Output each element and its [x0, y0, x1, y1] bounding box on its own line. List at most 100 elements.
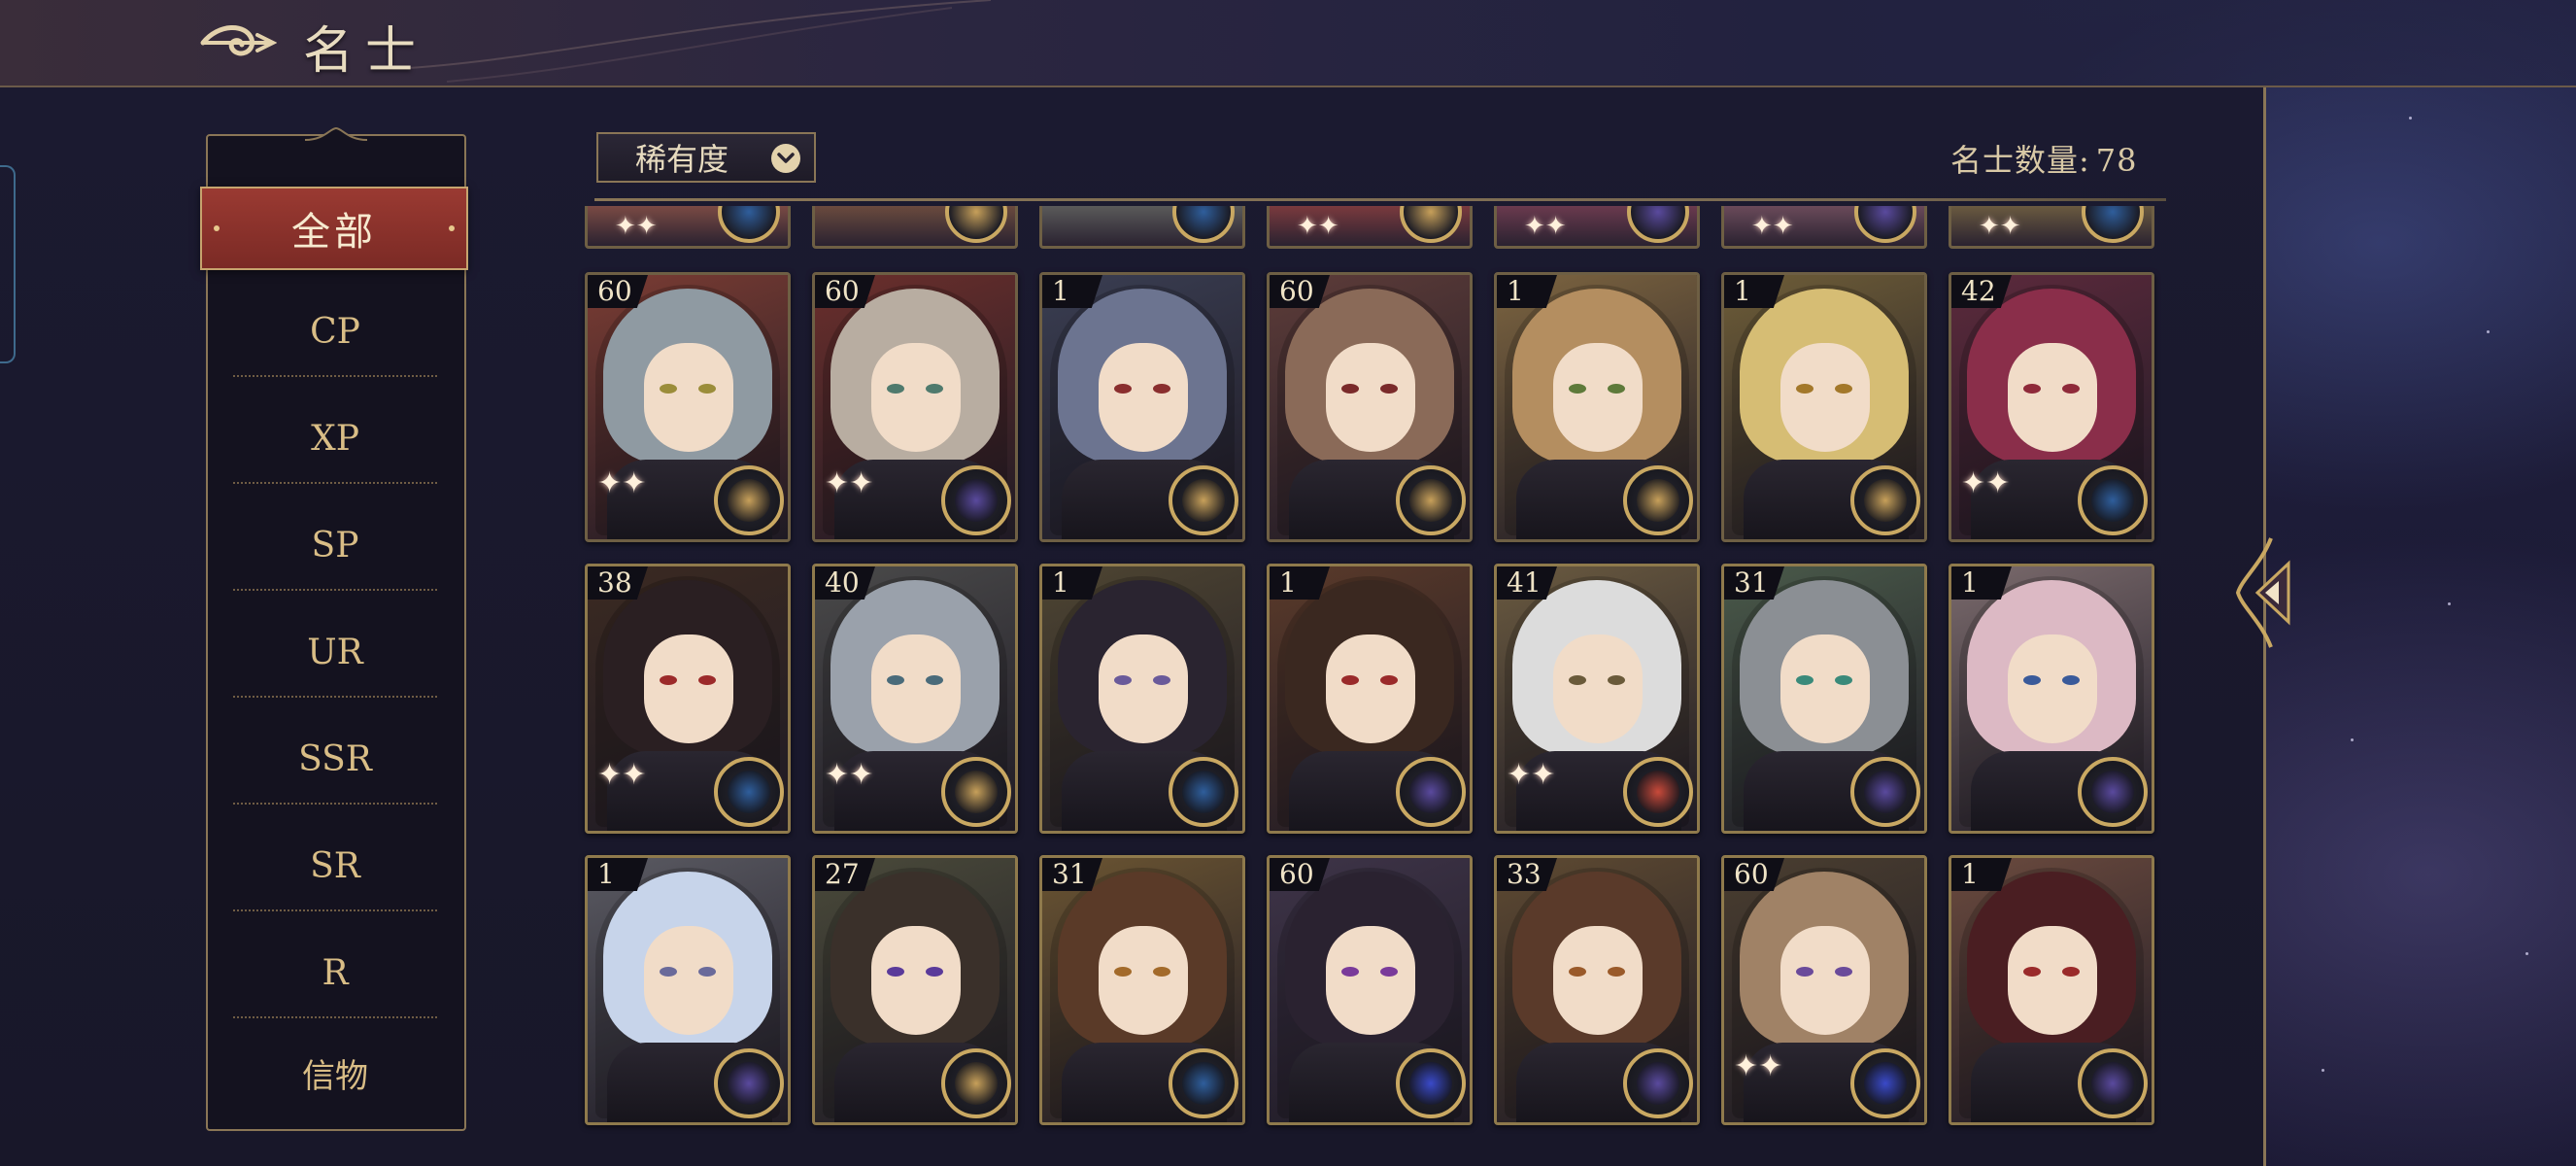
emblem-core: [1637, 1062, 1679, 1105]
character-card[interactable]: 31: [1721, 564, 1927, 834]
toolbar-divider: [594, 198, 2166, 201]
character-card[interactable]: 33: [1494, 855, 1700, 1125]
character-card-partial[interactable]: ✦✦: [1494, 206, 1700, 249]
emblem-core: [1864, 1062, 1907, 1105]
rarity-filter-dropdown[interactable]: 稀有度: [596, 132, 816, 183]
portrait-eye: [698, 675, 716, 685]
portrait-face: [2008, 634, 2097, 743]
portrait-eye: [2062, 967, 2080, 977]
portrait-eye: [660, 967, 677, 977]
portrait-eye: [2062, 675, 2080, 685]
character-card[interactable]: ✦✦ 40: [812, 564, 1018, 834]
category-tab-sp[interactable]: SP: [233, 501, 437, 591]
character-card[interactable]: 60: [1267, 855, 1473, 1125]
collapse-arrow-button[interactable]: [2232, 534, 2298, 651]
element-emblem-icon: [1169, 465, 1238, 535]
character-card[interactable]: ✦✦ 42: [1949, 272, 2154, 542]
category-tab-ssr[interactable]: SSR: [233, 715, 437, 805]
character-card-partial[interactable]: ✦✦: [1267, 206, 1473, 249]
star: [2525, 952, 2528, 955]
roster-count-label: 名士数量:: [1950, 142, 2090, 179]
portrait-face: [2008, 926, 2097, 1035]
portrait-eye: [1114, 675, 1132, 685]
character-card[interactable]: 31: [1039, 855, 1245, 1125]
category-tab-sr[interactable]: SR: [233, 822, 437, 911]
portrait-eye: [1796, 384, 1813, 394]
character-card[interactable]: 1: [585, 855, 791, 1125]
portrait-eye: [887, 967, 904, 977]
category-tab-ur[interactable]: UR: [233, 608, 437, 698]
character-card-partial[interactable]: [812, 206, 1018, 249]
portrait-face: [871, 634, 961, 743]
category-tab-r[interactable]: R: [233, 929, 437, 1018]
character-card[interactable]: 27: [812, 855, 1018, 1125]
portrait-face: [1326, 926, 1415, 1035]
category-tab-cp[interactable]: CP: [233, 288, 437, 377]
character-card[interactable]: ✦✦ 60: [1721, 855, 1927, 1125]
character-card[interactable]: ✦✦ 60: [812, 272, 1018, 542]
character-card-partial[interactable]: ✦✦: [1949, 206, 2154, 249]
portrait-eye: [1341, 967, 1359, 977]
portrait-face: [644, 926, 733, 1035]
sparkle-icon: ✦✦: [597, 758, 647, 792]
emblem-core: [1637, 771, 1679, 813]
character-card[interactable]: ✦✦ 38: [585, 564, 791, 834]
element-emblem-icon: [2078, 1048, 2148, 1118]
portrait-face: [1326, 343, 1415, 452]
emblem-core: [1864, 479, 1907, 522]
element-emblem-icon: [1169, 1048, 1238, 1118]
portrait-face: [2008, 343, 2097, 452]
star: [2351, 738, 2354, 741]
character-card[interactable]: ✦✦ 60: [585, 272, 791, 542]
emblem-core: [955, 479, 998, 522]
portrait-eye: [1153, 675, 1170, 685]
emblem-core: [1182, 1062, 1225, 1105]
character-card[interactable]: 1: [1039, 272, 1245, 542]
portrait-eye: [1114, 384, 1132, 394]
portrait-eye: [1569, 675, 1586, 685]
character-card[interactable]: 60: [1267, 272, 1473, 542]
character-card[interactable]: ✦✦ 41: [1494, 564, 1700, 834]
portrait-eye: [1341, 675, 1359, 685]
character-card-partial[interactable]: ✦✦: [585, 206, 791, 249]
portrait-face: [1326, 634, 1415, 743]
element-emblem-icon: [714, 757, 784, 827]
portrait-eye: [1608, 967, 1625, 977]
character-card-partial[interactable]: [1039, 206, 1245, 249]
character-card[interactable]: 1: [1949, 564, 2154, 834]
category-tab-xp[interactable]: XP: [233, 394, 437, 484]
emblem-core: [1182, 479, 1225, 522]
portrait-eye: [1608, 675, 1625, 685]
cloud-scroll-icon: [200, 25, 277, 56]
element-emblem-icon: [714, 1048, 784, 1118]
character-card-partial[interactable]: ✦✦: [1721, 206, 1927, 249]
header-bar: 名士: [0, 0, 2576, 87]
sparkle-icon: ✦✦: [597, 466, 647, 500]
star: [2322, 1069, 2324, 1072]
element-emblem-icon: [1396, 465, 1466, 535]
chevron-down-icon: [771, 144, 800, 173]
portrait-eye: [1796, 675, 1813, 685]
portrait-eye: [1835, 675, 1852, 685]
portrait-eye: [1796, 967, 1813, 977]
roster-count-value: 78: [2095, 142, 2138, 179]
portrait-face: [1553, 926, 1643, 1035]
screen: 名士 全部 CP XP SP UR SSR SR R 信物 稀有度 名士数量: 78 ✦✦ ✦✦ ✦✦…: [0, 0, 2576, 1166]
sidebar-cap-ornament: [305, 126, 367, 141]
sparkle-icon: ✦✦: [1961, 466, 2011, 500]
portrait-eye: [2023, 384, 2041, 394]
sparkle-icon: ✦✦: [825, 466, 874, 500]
character-card[interactable]: 1: [1494, 272, 1700, 542]
character-card[interactable]: 1: [1039, 564, 1245, 834]
character-card[interactable]: 1: [1721, 272, 1927, 542]
left-edge-tab[interactable]: [0, 165, 16, 363]
character-card[interactable]: 1: [1949, 855, 2154, 1125]
portrait-eye: [660, 675, 677, 685]
category-tab-all[interactable]: 全部: [200, 187, 468, 270]
portrait-eye: [1380, 384, 1398, 394]
character-card[interactable]: 1: [1267, 564, 1473, 834]
category-tab-token[interactable]: 信物: [233, 1028, 437, 1117]
portrait-eye: [926, 967, 943, 977]
element-emblem-icon: [1396, 1048, 1466, 1118]
element-emblem-icon: [945, 206, 1007, 243]
